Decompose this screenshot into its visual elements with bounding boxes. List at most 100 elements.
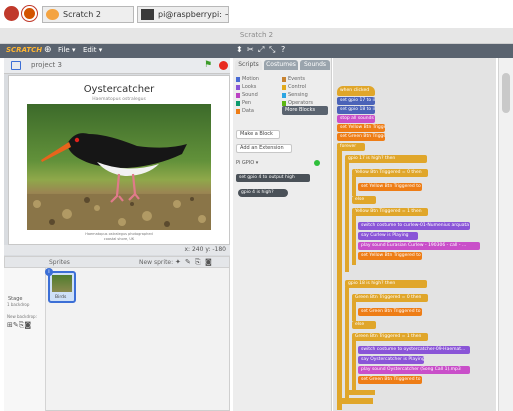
stop-all-sounds-block[interactable]: stop all sounds <box>337 115 375 123</box>
category-pen[interactable]: Pen <box>236 100 251 107</box>
if-arm <box>352 215 356 265</box>
category-sensing[interactable]: Sensing <box>282 92 308 99</box>
taskbar-task-terminal[interactable]: pi@raspberrypi: ~ <box>137 6 229 23</box>
switch-costume-curlew-block[interactable]: switch costume to curlew-01-Numenius arq… <box>358 222 470 230</box>
category-control[interactable]: Control <box>282 84 306 91</box>
tab-sounds[interactable]: Sounds <box>300 60 330 70</box>
paint-sprite-icon[interactable]: ✎ <box>185 258 191 266</box>
palette-gpio-high-block[interactable]: gpio 4 is high? <box>238 189 288 197</box>
if-arm <box>352 340 356 390</box>
set-yellow-1-block[interactable]: set Yellow Btn Triggered to 1 <box>358 183 422 191</box>
scratch-logo: SCRATCH <box>6 46 43 54</box>
say-oystercatcher-block[interactable]: say Oystercatcher is Playing <box>358 356 424 364</box>
project-name[interactable]: project 3 <box>31 61 62 69</box>
sprites-header: Sprites <box>49 259 70 266</box>
tab-scripts[interactable]: Scripts <box>235 60 262 70</box>
say-curlew-block[interactable]: say Curlew is Playing <box>358 232 418 240</box>
sprite-info-icon[interactable]: i <box>45 268 53 276</box>
extension-status-icon <box>314 160 320 166</box>
if-foot <box>345 390 375 395</box>
slide-title: Oystercatcher <box>83 84 155 95</box>
oystercatcher-photo <box>27 104 211 230</box>
menubar: SCRATCH ⊕ File ▾ Edit ▾ ⬍ ✂ ⤢ ⤡ ? <box>0 44 513 58</box>
shrink-icon[interactable]: ⤡ <box>269 45 275 55</box>
fullscreen-icon[interactable] <box>11 61 21 70</box>
camera-sprite-icon[interactable]: ◙ <box>205 258 212 266</box>
else-block[interactable]: else <box>352 321 376 329</box>
if-arm <box>345 162 349 272</box>
if-gpio18-block[interactable]: gpio 18 is high? then <box>345 280 427 288</box>
new-backdrop-label: New backdrop: <box>7 314 37 319</box>
delete-icon[interactable]: ✂ <box>247 45 254 54</box>
grow-icon[interactable]: ⤢ <box>258 45 264 55</box>
taskbar: Scratch 2 pi@raspberrypi: ~ <box>0 0 513 28</box>
green-flag-icon[interactable]: ⚑ <box>204 60 212 70</box>
bird-illustration <box>27 133 211 230</box>
make-block-button[interactable]: Make a Block <box>236 130 280 139</box>
duplicate-icon[interactable]: ⬍ <box>236 45 243 54</box>
sprite-image <box>52 275 72 292</box>
edit-menu[interactable]: Edit ▾ <box>83 46 102 54</box>
terminal-icon <box>141 9 154 20</box>
taskbar-task-scratch[interactable]: Scratch 2 <box>42 6 134 23</box>
scripts-scrollbar[interactable] <box>498 58 513 411</box>
set-green-1-block[interactable]: set Green Btn Triggered to 1 <box>358 308 422 316</box>
window-title: Scratch 2 <box>239 31 274 39</box>
app-launcher-icon[interactable] <box>22 6 37 21</box>
set-yellow-btn-block[interactable]: set Yellow Btn Triggered to 0 <box>337 124 385 132</box>
if-arm <box>345 287 349 399</box>
forever-foot <box>337 398 373 404</box>
choose-sprite-icon[interactable]: ✦ <box>175 258 181 266</box>
backdrop-tools-icon[interactable]: ⊞✎⎘◙ <box>7 321 31 330</box>
help-icon[interactable]: ? <box>281 45 285 54</box>
set-green-btn-block[interactable]: set Green Btn Triggered to 0 <box>337 133 385 141</box>
stage-thumbnail-column: Stage 1 backdrop New backdrop: ⊞✎⎘◙ <box>4 268 46 411</box>
forever-arm <box>337 150 342 410</box>
window-titlebar: Scratch 2 <box>0 28 513 44</box>
category-more-blocks[interactable]: More Blocks <box>282 106 328 115</box>
photo-caption: Haematopus ostralegus photographed <box>85 232 153 236</box>
mouse-coordinates: x: 240 y: -180 <box>4 245 230 255</box>
else-block[interactable]: else <box>352 196 376 204</box>
stage-header: project 3 ⚑ <box>4 58 230 74</box>
backdrop-count: 1 backdrop <box>7 302 30 307</box>
gpio-extension-label[interactable]: Pi GPIO ▾ <box>236 160 258 166</box>
category-motion[interactable]: Motion <box>236 76 259 83</box>
task-label: Scratch 2 <box>63 10 101 19</box>
if-yellow-one-block[interactable]: Yellow Btn Triggered = 1 then <box>352 208 428 216</box>
palette-set-gpio-block[interactable]: set gpio 4 to output high <box>236 174 310 182</box>
set-green-0-block[interactable]: set Green Btn Triggered to 0 <box>358 376 422 384</box>
when-flag-clicked-block[interactable]: when clicked <box>337 86 375 96</box>
task-label: pi@raspberrypi: ~ <box>158 10 229 19</box>
add-extension-button[interactable]: Add an Extension <box>236 144 292 153</box>
new-sprite-label: New sprite: <box>139 259 174 266</box>
set-gpio-17-block[interactable]: set gpio 17 to input <box>337 97 375 105</box>
play-sound-curlew-block[interactable]: play sound Eurasian Curlew - 190306 - ca… <box>358 242 480 250</box>
upload-sprite-icon[interactable]: ⎘ <box>195 258 201 267</box>
category-looks[interactable]: Looks <box>236 84 256 91</box>
switch-costume-oystercatcher-block[interactable]: switch costume to oystercatcher-09-Haema… <box>358 346 470 354</box>
file-menu[interactable]: File ▾ <box>58 46 75 54</box>
if-arm <box>352 176 356 196</box>
photo-caption-2: coastal shore, UK <box>103 237 135 241</box>
raspberry-menu-icon[interactable] <box>4 6 19 21</box>
sprite-thumb-birds[interactable]: Birds <box>48 271 76 303</box>
if-green-one-block[interactable]: Green Btn Triggered = 1 then <box>352 333 428 341</box>
sprite-name: Birds <box>55 295 67 300</box>
if-green-zero-block[interactable]: Green Btn Triggered = 0 then <box>352 294 428 302</box>
category-sound[interactable]: Sound <box>236 92 258 99</box>
set-yellow-0-block[interactable]: set Yellow Btn Triggered to 0 <box>358 252 422 260</box>
category-data[interactable]: Data <box>236 108 254 115</box>
stop-icon[interactable] <box>219 61 228 70</box>
set-gpio-18-block[interactable]: set gpio 18 to input <box>337 106 375 114</box>
stage-canvas[interactable]: Oystercatcher Haematopus ostralegus Haem… <box>8 75 230 245</box>
category-events[interactable]: Events <box>282 76 305 83</box>
scratch-cat-icon <box>46 9 59 20</box>
play-sound-oystercatcher-block[interactable]: play sound Oystercatcher (Song Call 1).m… <box>358 366 470 374</box>
if-gpio17-block[interactable]: gpio 17 is high? then <box>345 155 427 163</box>
if-yellow-zero-block[interactable]: Yellow Btn Triggered = 0 then <box>352 169 428 177</box>
if-arm <box>352 301 356 321</box>
tab-costumes[interactable]: Costumes <box>264 60 298 70</box>
scrollbar-thumb[interactable] <box>502 73 510 113</box>
globe-icon[interactable]: ⊕ <box>44 45 52 55</box>
